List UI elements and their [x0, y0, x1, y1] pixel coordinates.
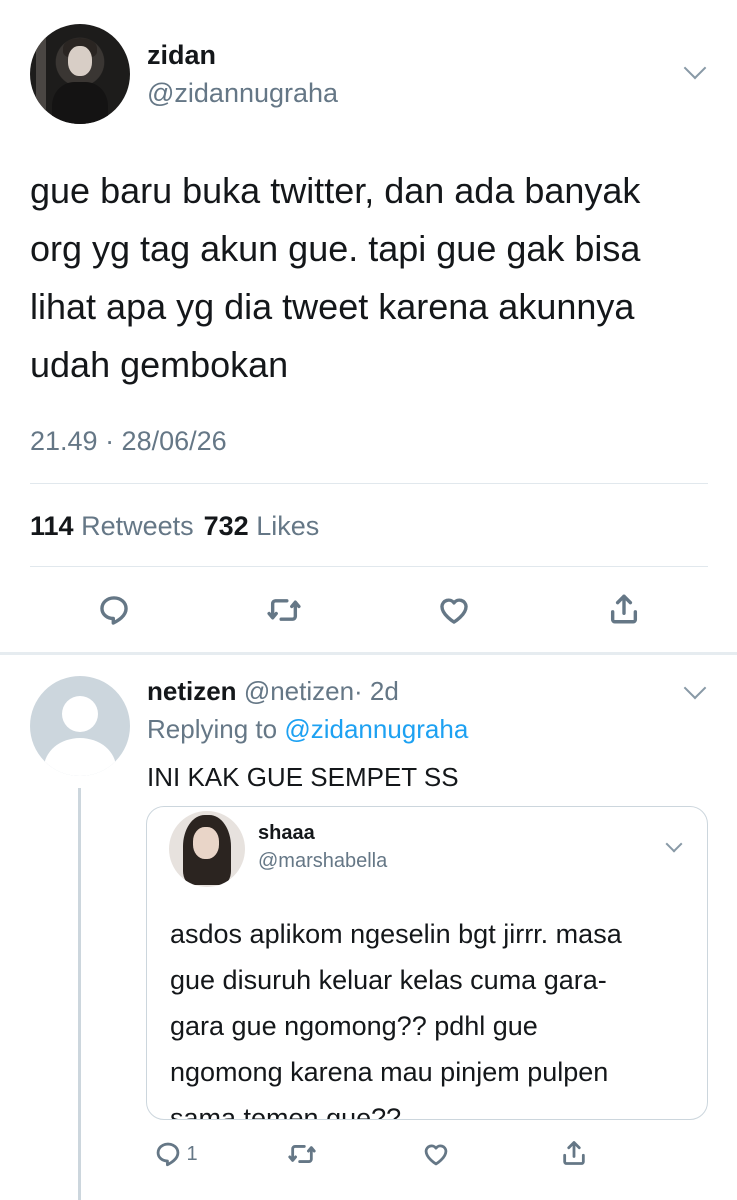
section-separator — [0, 652, 737, 655]
engagement-stats: 114 Retweets 732 Likes — [30, 511, 319, 542]
quoted-author-name[interactable]: shaaa — [258, 822, 315, 845]
quoted-tweet-text: asdos aplikom ngeselin bgt jirrr. masa g… — [170, 919, 622, 1120]
author-handle[interactable]: @zidannugraha — [147, 78, 338, 109]
share-icon — [563, 1141, 585, 1165]
divider — [30, 566, 708, 567]
like-button[interactable] — [434, 590, 474, 630]
replying-prefix: Replying to — [147, 714, 278, 744]
quoted-author-avatar[interactable] — [169, 811, 245, 887]
thread-line — [78, 788, 81, 1200]
retweet-icon — [288, 1145, 316, 1163]
reply-age: · 2d — [354, 676, 399, 706]
reply-author-avatar[interactable] — [30, 676, 130, 776]
quoted-tweet-card[interactable]: shaaa @marshabella asdos aplikom ngeseli… — [146, 806, 708, 1120]
reply-text: INI KAK GUE SEMPET SS — [147, 762, 459, 792]
reply-share-button[interactable] — [556, 1134, 592, 1172]
reply-icon — [100, 596, 128, 625]
likes-count[interactable]: 732 — [204, 511, 249, 541]
reply-like-button[interactable] — [418, 1136, 454, 1172]
tweet-text: gue baru buka twitter, dan ada banyak or… — [30, 170, 641, 385]
like-icon — [440, 598, 468, 624]
like-icon — [424, 1144, 448, 1166]
reply-retweet-button[interactable] — [282, 1136, 322, 1172]
retweet-button[interactable] — [262, 590, 306, 630]
chevron-down-icon[interactable] — [683, 56, 707, 80]
likes-label[interactable]: Likes — [256, 511, 319, 541]
replying-to: Replying to @zidannugraha — [147, 714, 468, 745]
share-button[interactable] — [604, 588, 644, 630]
chevron-down-icon[interactable] — [683, 676, 707, 700]
reply-author-handle[interactable]: @netizen — [244, 676, 354, 706]
retweet-icon — [267, 599, 301, 621]
share-icon — [610, 594, 638, 624]
author-avatar[interactable] — [30, 24, 130, 124]
divider — [30, 483, 708, 484]
reply-author-name[interactable]: netizen — [147, 676, 237, 706]
quoted-author-handle[interactable]: @marshabella — [258, 850, 387, 873]
reply-reply-button[interactable]: 1 — [146, 1136, 206, 1172]
reply-count: 1 — [186, 1142, 198, 1165]
reply-header: netizen @netizen· 2d — [147, 676, 399, 707]
author-name[interactable]: zidan — [147, 40, 216, 71]
tweet-timestamp[interactable]: 21.49 · 28/06/26 — [30, 426, 227, 457]
replying-mention-link[interactable]: @zidannugraha — [284, 714, 468, 744]
reply-button[interactable] — [94, 590, 134, 630]
reply-icon — [157, 1142, 180, 1167]
retweets-count[interactable]: 114 — [30, 511, 74, 541]
retweets-label[interactable]: Retweets — [81, 511, 194, 541]
